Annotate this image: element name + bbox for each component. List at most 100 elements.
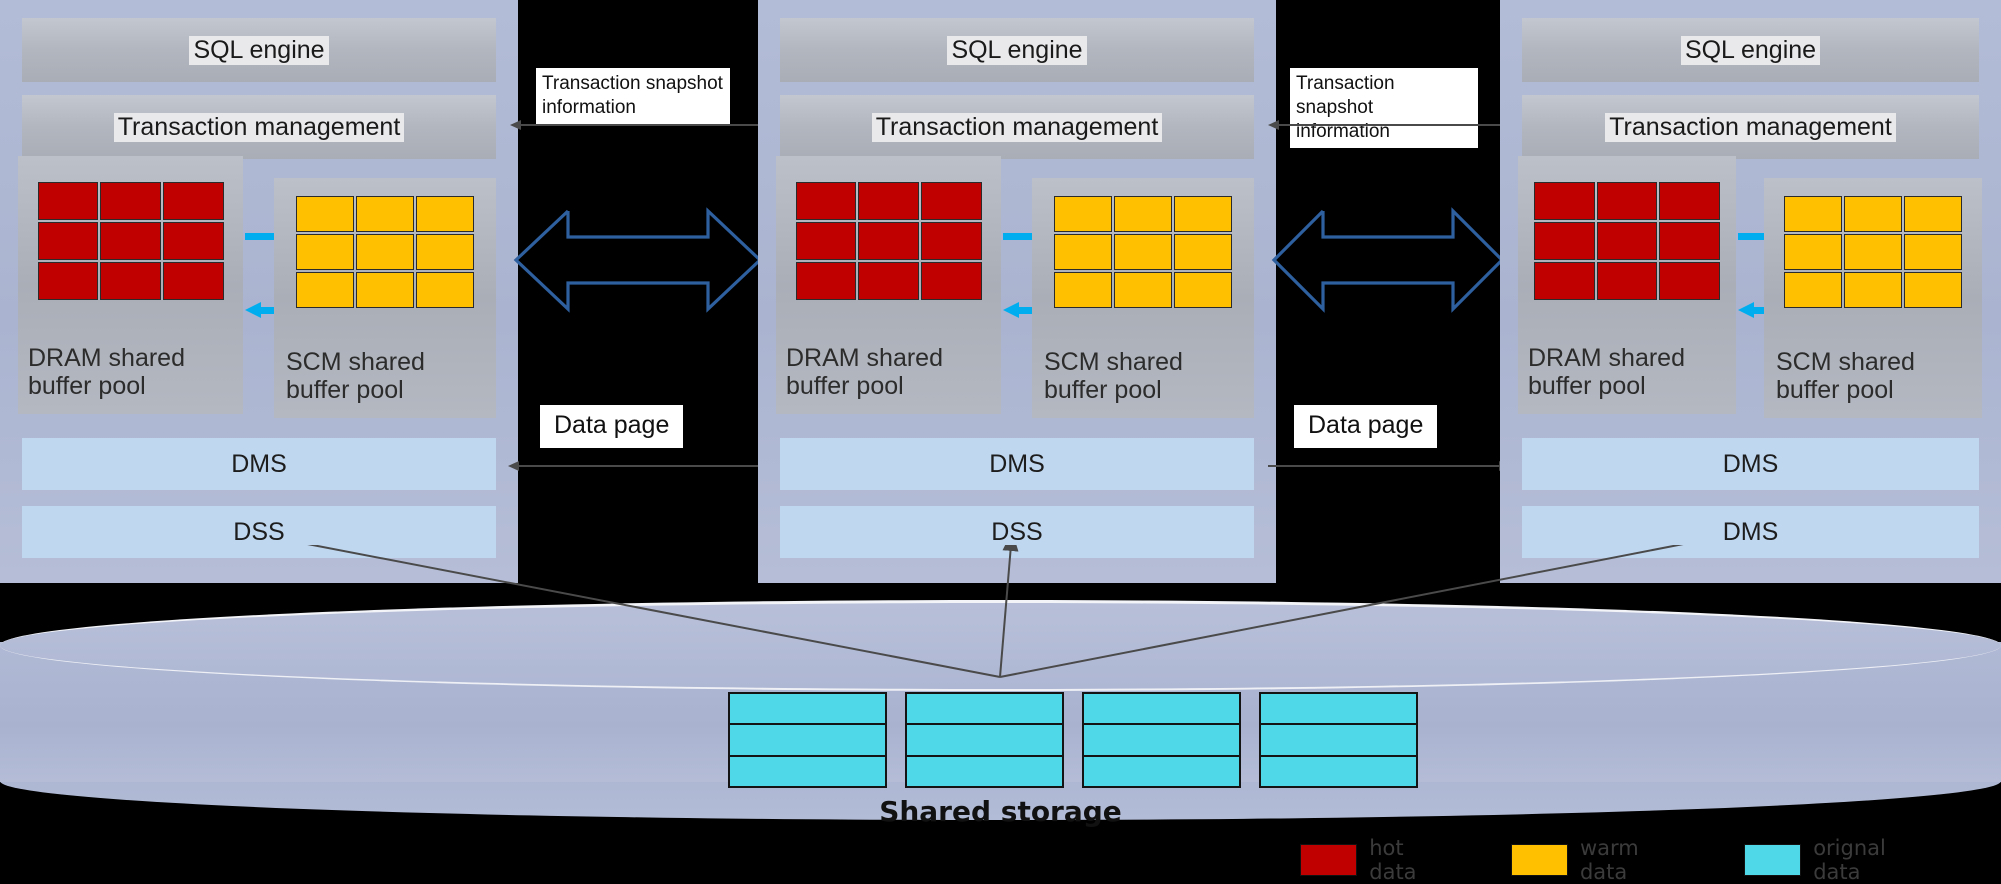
- hot-data-cell: [920, 222, 982, 260]
- hot-data-cell: [858, 262, 919, 300]
- warm-data-cell: [296, 234, 354, 270]
- dram-cell-grid: [795, 182, 982, 300]
- storage-block: [1259, 692, 1418, 788]
- transaction-snapshot-information-label-2: Transaction snapshot information: [1290, 68, 1478, 149]
- hot-data-cell: [858, 222, 919, 260]
- storage-link-node-1: [307, 545, 1001, 678]
- original-data-swatch: [1743, 844, 1802, 876]
- hot-data-cell: [1659, 262, 1720, 300]
- legend-label: hot data: [1369, 836, 1417, 884]
- warm-data-swatch: [1510, 844, 1568, 876]
- warm-data-cell: [1904, 272, 1962, 308]
- hot-data-cell: [1596, 262, 1658, 300]
- scm-pool-caption: SCM shared buffer pool: [1776, 348, 1915, 404]
- hot-data-cell: [858, 182, 919, 220]
- hot-data-cell: [1534, 182, 1595, 220]
- hot-data-cell: [795, 222, 857, 260]
- sql-engine-label: SQL engine: [189, 35, 329, 65]
- storage-block: [1082, 692, 1241, 788]
- dms-bar-3: DMS: [1522, 438, 1979, 490]
- legend: hot data warm data orignal data: [1300, 836, 1990, 884]
- hot-data-cell: [100, 222, 161, 260]
- hot-data-cell: [1534, 262, 1595, 300]
- data-page-arrow-icon-2: [1268, 461, 1510, 471]
- transaction-snapshot-arrow-icon-1: [510, 120, 762, 130]
- warm-data-cell: [1054, 196, 1112, 232]
- transaction-management-label: Transaction management: [113, 112, 405, 142]
- hot-data-cell: [1659, 182, 1720, 220]
- hot-data-cell: [37, 222, 99, 260]
- warm-data-cell: [1114, 196, 1172, 232]
- hot-data-cell: [1596, 222, 1658, 260]
- dram-pool-caption: DRAM shared buffer pool: [786, 344, 943, 400]
- hot-data-cell: [162, 182, 224, 220]
- dms-bar-2: DMS: [780, 438, 1254, 490]
- storage-to-node-connectors: [307, 545, 1684, 678]
- legend-label: warm data: [1579, 836, 1639, 884]
- bidirectional-data-exchange-arrow-icon-1: [513, 207, 763, 313]
- hot-data-cell: [920, 262, 982, 300]
- storage-block-row: [728, 692, 1418, 788]
- hot-data-cell: [100, 262, 161, 300]
- hot-data-swatch: [1300, 844, 1358, 876]
- transaction-management-band-3: Transaction management: [1522, 95, 1979, 159]
- data-page-label-2: Data page: [1294, 405, 1438, 448]
- transaction-management-band-2: Transaction management: [780, 95, 1254, 159]
- warm-data-cell: [416, 196, 474, 232]
- warm-data-cell: [1844, 234, 1902, 270]
- warm-data-cell: [1784, 272, 1842, 308]
- legend-label: orignal data: [1813, 836, 1886, 884]
- transaction-snapshot-information-label-1: Transaction snapshot information: [536, 68, 730, 125]
- diagram-canvas: SQL engine Transaction management DRAM s…: [0, 0, 2001, 884]
- sql-engine-band-1: SQL engine: [22, 18, 496, 82]
- warm-data-cell: [1114, 272, 1172, 308]
- storage-block: [728, 692, 887, 788]
- legend-item-warm-data: warm data: [1510, 836, 1684, 884]
- data-page-arrow-icon-1: [508, 461, 766, 471]
- warm-data-cell: [1054, 234, 1112, 270]
- warm-data-cell: [1054, 272, 1112, 308]
- legend-item-hot-data: hot data: [1300, 836, 1451, 884]
- sql-engine-label: SQL engine: [947, 35, 1087, 65]
- storage-block: [905, 692, 1064, 788]
- data-page-label-1: Data page: [540, 405, 684, 448]
- database-node-2: SQL engine Transaction management DRAM s…: [758, 0, 1276, 583]
- dram-pool-caption: DRAM shared buffer pool: [28, 344, 185, 400]
- scm-pool-caption: SCM shared buffer pool: [1044, 348, 1183, 404]
- sql-engine-label: SQL engine: [1680, 35, 1821, 65]
- transaction-snapshot-arrow-icon-2: [1268, 120, 1504, 130]
- scm-shared-buffer-pool-2: SCM shared buffer pool: [1032, 178, 1254, 418]
- node-link-gap-2: Transaction snapshot information Data pa…: [1268, 0, 1510, 583]
- warm-data-cell: [1174, 234, 1232, 270]
- warm-data-cell: [356, 234, 414, 270]
- warm-data-cell: [1844, 196, 1902, 232]
- hot-data-cell: [1596, 182, 1658, 220]
- dram-cell-grid: [37, 182, 224, 300]
- warm-data-cell: [1844, 272, 1902, 308]
- warm-data-cell: [1174, 196, 1232, 232]
- warm-data-cell: [416, 272, 474, 308]
- shared-storage-caption: Shared storage: [879, 795, 1122, 828]
- dram-pool-caption: DRAM shared buffer pool: [1528, 344, 1685, 400]
- scm-cell-grid: [1054, 196, 1232, 308]
- dram-shared-buffer-pool-1: DRAM shared buffer pool: [18, 156, 243, 414]
- warm-data-cell: [1174, 272, 1232, 308]
- warm-data-cell: [1784, 234, 1842, 270]
- bidirectional-data-exchange-arrow-icon-2: [1271, 207, 1505, 313]
- warm-data-cell: [1114, 234, 1172, 270]
- warm-data-cell: [1904, 196, 1962, 232]
- database-node-3: SQL engine Transaction management DRAM s…: [1500, 0, 2001, 583]
- warm-data-cell: [416, 234, 474, 270]
- scm-cell-grid: [296, 196, 474, 308]
- dms-bar-1: DMS: [22, 438, 496, 490]
- dram-cell-grid: [1534, 182, 1720, 300]
- scm-cell-grid: [1784, 196, 1962, 308]
- hot-data-cell: [37, 182, 99, 220]
- storage-link-node-2: [999, 545, 1019, 678]
- storage-link-node-3: [999, 545, 1684, 678]
- warm-data-cell: [1904, 234, 1962, 270]
- warm-data-cell: [296, 196, 354, 232]
- hot-data-cell: [1659, 222, 1720, 260]
- warm-data-cell: [1784, 196, 1842, 232]
- sql-engine-band-3: SQL engine: [1522, 18, 1979, 82]
